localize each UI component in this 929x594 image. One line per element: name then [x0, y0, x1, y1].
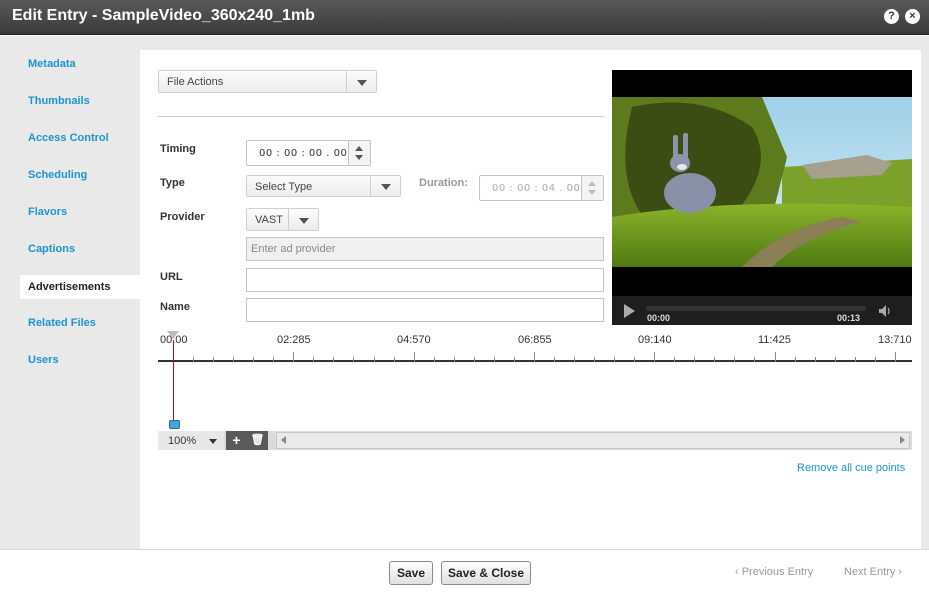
- file-actions-label: File Actions: [167, 76, 224, 88]
- name-input[interactable]: [246, 298, 604, 322]
- sidebar: Metadata Thumbnails Access Control Sched…: [0, 36, 140, 549]
- sidebar-item-flavors[interactable]: Flavors: [20, 200, 140, 224]
- cue-point-marker[interactable]: [169, 420, 180, 429]
- scroll-right-icon[interactable]: [900, 436, 905, 444]
- stepper-down-icon[interactable]: [355, 155, 363, 160]
- duration-spinner: [581, 176, 603, 200]
- chevron-down-icon: [298, 217, 309, 224]
- ruler-tick: [774, 352, 776, 362]
- window-title: Edit Entry - SampleVideo_360x240_1mb: [12, 7, 315, 24]
- remove-all-cue-points-link[interactable]: Remove all cue points: [797, 462, 905, 474]
- ruler-tick: [293, 352, 295, 362]
- ruler-tick: [894, 352, 896, 362]
- divider: [158, 116, 604, 117]
- player-progress-bar[interactable]: [646, 306, 866, 311]
- stepper-up-icon: [588, 181, 596, 186]
- zoom-value: 100%: [168, 435, 197, 447]
- url-input[interactable]: [246, 268, 604, 292]
- sidebar-item-related-files[interactable]: Related Files: [20, 311, 140, 335]
- url-label: URL: [160, 271, 183, 283]
- duration-value: 00 : 00 : 04 . 000: [492, 183, 588, 194]
- footer: Save Save & Close ‹ Previous Entry Next …: [0, 549, 929, 594]
- next-entry-link[interactable]: Next Entry ›: [844, 566, 902, 578]
- timing-stepper[interactable]: 00 : 00 : 00 . 000: [246, 140, 371, 166]
- player-current-time: 00:00: [647, 313, 671, 323]
- duration-stepper: 00 : 00 : 04 . 000: [479, 175, 604, 201]
- play-icon[interactable]: [624, 304, 635, 318]
- video-frame-image: [612, 97, 912, 267]
- player-duration: 00:13: [837, 313, 861, 323]
- provider-value: VAST: [255, 214, 283, 226]
- ruler-tick: [654, 352, 656, 362]
- panel-top-strip: [140, 36, 921, 50]
- title-bar: Edit Entry - SampleVideo_360x240_1mb ? ×: [0, 0, 929, 35]
- file-actions-dropdown[interactable]: File Actions: [158, 70, 377, 93]
- delete-cue-point-button[interactable]: 🗑: [247, 431, 268, 450]
- sidebar-item-access-control[interactable]: Access Control: [20, 126, 140, 150]
- duration-label: Duration:: [419, 177, 468, 189]
- chevron-down-icon: [380, 184, 391, 190]
- save-button[interactable]: Save: [389, 561, 433, 585]
- type-select-arrow: [370, 176, 400, 196]
- playhead[interactable]: [173, 340, 174, 428]
- file-actions-arrow: [346, 71, 376, 92]
- previous-entry-link[interactable]: ‹ Previous Entry: [735, 566, 813, 578]
- zoom-select[interactable]: 100%: [158, 431, 224, 450]
- save-and-close-button[interactable]: Save & Close: [441, 561, 531, 585]
- provider-select-arrow: [288, 209, 318, 230]
- player-controls: 00:00 00:13: [612, 296, 912, 325]
- type-select[interactable]: Select Type: [246, 175, 401, 197]
- video-frame: [612, 97, 912, 267]
- sidebar-item-metadata[interactable]: Metadata: [20, 52, 140, 76]
- add-cue-point-button[interactable]: +: [226, 431, 247, 450]
- panel-right-edge: [921, 36, 929, 549]
- help-icon[interactable]: ?: [884, 9, 899, 24]
- provider-label: Provider: [160, 211, 205, 223]
- timing-spinner[interactable]: [348, 141, 370, 165]
- sidebar-item-scheduling[interactable]: Scheduling: [20, 163, 140, 187]
- scroll-left-icon[interactable]: [281, 436, 286, 444]
- ruler-tick: [533, 352, 535, 362]
- timeline-scrollbar[interactable]: [276, 432, 910, 449]
- stepper-down-icon: [588, 190, 596, 195]
- type-value: Select Type: [255, 181, 313, 193]
- close-icon[interactable]: ×: [905, 9, 920, 24]
- sidebar-item-advertisements[interactable]: Advertisements: [20, 275, 140, 299]
- sidebar-item-captions[interactable]: Captions: [20, 237, 140, 261]
- timing-label: Timing: [160, 143, 196, 155]
- volume-icon[interactable]: [878, 304, 892, 318]
- sidebar-item-thumbnails[interactable]: Thumbnails: [20, 89, 140, 113]
- stepper-up-icon[interactable]: [355, 146, 363, 151]
- provider-select[interactable]: VAST: [246, 208, 319, 231]
- timeline-ruler[interactable]: [158, 345, 912, 362]
- timing-value: 00 : 00 : 00 . 000: [259, 148, 355, 159]
- video-player[interactable]: 00:00 00:13: [612, 70, 912, 325]
- ruler-tick: [413, 352, 415, 362]
- sidebar-item-users[interactable]: Users: [20, 348, 140, 372]
- name-label: Name: [160, 301, 190, 313]
- ad-provider-input[interactable]: Enter ad provider: [246, 237, 604, 261]
- chevron-down-icon: [356, 79, 367, 86]
- timeline-toolbar: 100% + 🗑: [158, 431, 912, 450]
- ad-provider-placeholder: Enter ad provider: [251, 243, 336, 255]
- cue-point-track[interactable]: [158, 362, 912, 431]
- type-label: Type: [160, 177, 185, 189]
- chevron-down-icon: [209, 438, 217, 444]
- playhead-handle-icon[interactable]: [167, 331, 179, 339]
